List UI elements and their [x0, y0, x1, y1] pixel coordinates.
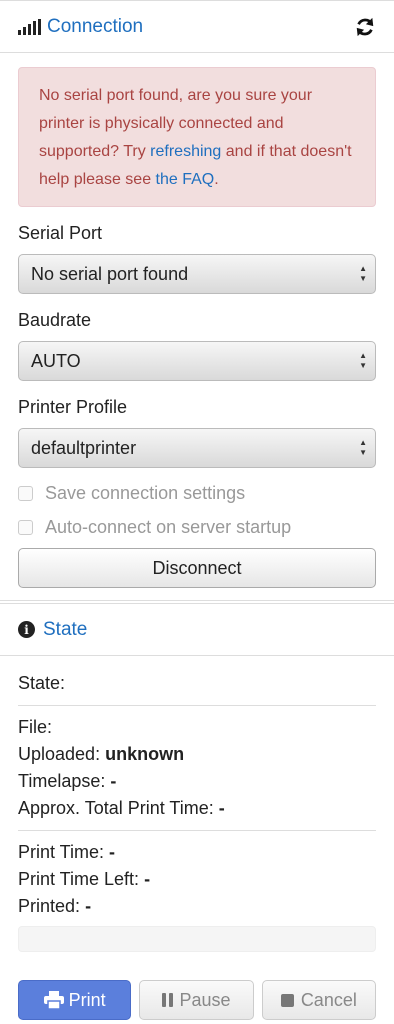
state-panel: i State State: File: Uploaded: unknown T…	[0, 604, 394, 1020]
uploaded-value: unknown	[105, 744, 185, 764]
connection-header[interactable]: Connection	[0, 1, 394, 53]
stop-icon	[280, 993, 294, 1007]
print-time-value: -	[109, 842, 116, 862]
print-label: Print	[68, 989, 106, 1010]
serial-port-value: No serial port found	[31, 263, 189, 284]
print-controls: Print Pause Cancel	[0, 980, 394, 1020]
divider	[18, 830, 376, 831]
state-title[interactable]: State	[43, 619, 87, 641]
info-icon: i	[18, 621, 35, 638]
refresh-icon[interactable]	[354, 16, 376, 38]
select-arrows-icon: ▲ ▼	[359, 351, 367, 370]
disconnect-button[interactable]: Disconnect	[18, 548, 376, 588]
connection-title[interactable]: Connection	[47, 16, 143, 38]
select-arrows-icon: ▲ ▼	[359, 438, 367, 457]
signal-icon	[18, 18, 41, 35]
timelapse-line: Timelapse: -	[18, 768, 376, 795]
timelapse-label: Timelapse:	[18, 771, 106, 791]
cancel-button[interactable]: Cancel	[261, 980, 376, 1020]
printer-profile-label: Printer Profile	[18, 397, 128, 417]
printer-profile-select[interactable]: defaultprinter ▲ ▼	[18, 428, 376, 468]
printed-value: -	[85, 896, 92, 916]
autoconnect-label: Auto-connect on server startup	[45, 516, 292, 537]
print-progress-bar	[18, 926, 376, 952]
save-settings-label: Save connection settings	[45, 482, 246, 503]
serial-port-select[interactable]: No serial port found ▲ ▼	[18, 254, 376, 294]
uploaded-line: Uploaded: unknown	[18, 741, 376, 768]
autoconnect-row: Auto-connect on server startup	[18, 510, 376, 544]
select-arrows-icon: ▲ ▼	[359, 264, 367, 283]
print-time-left-line: Print Time Left: -	[18, 866, 376, 893]
state-header[interactable]: i State	[0, 604, 394, 656]
connection-panel: Connection No serial port found, are you…	[0, 0, 394, 604]
print-time-line: Print Time: -	[18, 839, 376, 866]
divider	[18, 705, 376, 706]
printed-label: Printed:	[18, 896, 81, 916]
cancel-label: Cancel	[300, 989, 357, 1010]
pause-button[interactable]: Pause	[139, 980, 254, 1020]
printer-icon	[43, 991, 64, 1009]
alert-text-after: .	[214, 171, 219, 188]
print-time-label: Print Time:	[18, 842, 105, 862]
baudrate-value: AUTO	[31, 350, 81, 371]
baudrate-select[interactable]: AUTO ▲ ▼	[18, 341, 376, 381]
print-button[interactable]: Print	[18, 980, 132, 1020]
state-body: State: File: Uploaded: unknown Timelapse…	[0, 670, 394, 952]
file-label: File:	[18, 717, 53, 737]
refreshing-link[interactable]: refreshing	[150, 143, 221, 160]
print-time-left-value: -	[144, 869, 151, 889]
uploaded-label: Uploaded:	[18, 744, 101, 764]
timelapse-value: -	[110, 771, 117, 791]
approx-total-label: Approx. Total Print Time:	[18, 798, 214, 818]
faq-link[interactable]: the FAQ	[156, 171, 215, 188]
serial-port-label: Serial Port	[18, 223, 103, 243]
printed-line: Printed: -	[18, 893, 376, 920]
baudrate-label: Baudrate	[18, 310, 92, 330]
approx-total-line: Approx. Total Print Time: -	[18, 795, 376, 822]
state-label: State:	[18, 673, 66, 693]
print-time-left-label: Print Time Left:	[18, 869, 140, 889]
printer-profile-value: defaultprinter	[31, 437, 137, 458]
save-settings-checkbox[interactable]	[18, 485, 33, 501]
pause-label: Pause	[179, 989, 231, 1010]
connection-body: No serial port found, are you sure your …	[0, 53, 394, 588]
autoconnect-checkbox[interactable]	[18, 519, 33, 535]
file-line: File:	[18, 714, 376, 741]
save-settings-row: Save connection settings	[18, 476, 376, 510]
approx-total-value: -	[218, 798, 225, 818]
pause-icon	[162, 993, 174, 1007]
serial-port-alert: No serial port found, are you sure your …	[18, 67, 376, 207]
state-line: State:	[18, 670, 376, 697]
